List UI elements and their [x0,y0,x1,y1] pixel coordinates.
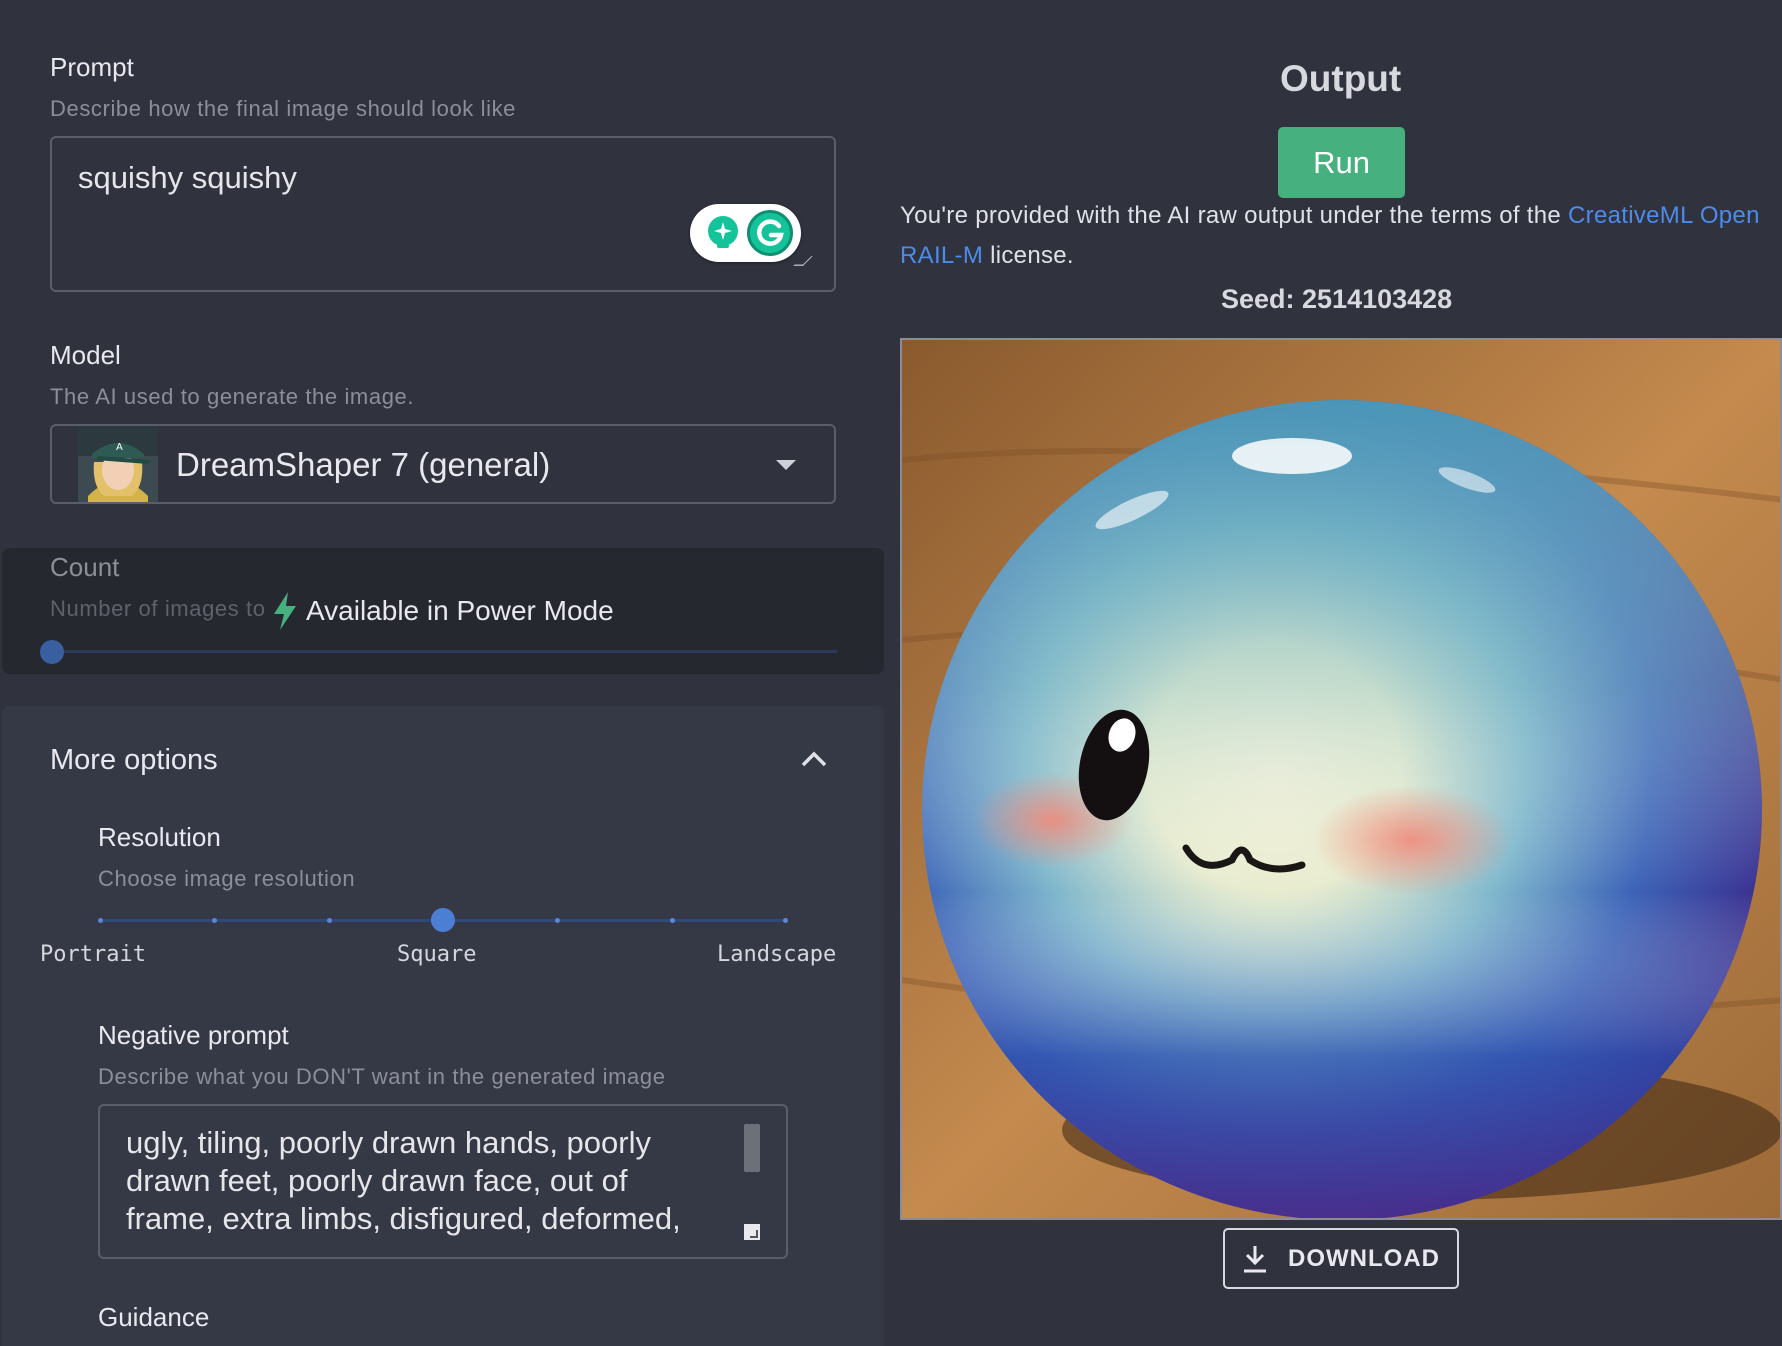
run-button[interactable]: Run [1278,127,1405,198]
resize-handle-icon[interactable] [744,1224,760,1240]
license-text: You're provided with the AI raw output u… [900,196,1760,276]
scrollbar-thumb[interactable] [744,1124,760,1172]
svg-text:A: A [116,442,123,453]
prompt-label: Prompt [50,52,134,82]
negative-prompt-text: ugly, tiling, poorly drawn hands, poorly… [126,1125,681,1236]
download-icon [1244,1245,1266,1272]
resolution-tick [670,918,675,923]
model-label: Model [50,340,121,370]
download-button[interactable]: DOWNLOAD [1223,1228,1459,1289]
grammarly-widget[interactable] [690,204,801,262]
grammarly-icon[interactable] [747,210,793,256]
negative-prompt-description: Describe what you DON'T want in the gene… [98,1064,666,1089]
output-title: Output [1280,58,1402,99]
resolution-tick [98,918,103,923]
resize-handle-icon[interactable] [793,256,813,266]
lightbulb-icon[interactable] [704,214,742,252]
model-selected-value: DreamShaper 7 (general) [176,446,551,483]
resolution-description: Choose image resolution [98,866,356,891]
resolution-tick [212,918,217,923]
resolution-landscape-label: Landscape [717,942,837,967]
model-avatar: A [78,426,158,502]
count-panel: Count Number of images to generate Avail… [2,548,884,674]
model-description: The AI used to generate the image. [50,384,415,409]
chevron-up-icon[interactable] [800,750,828,768]
license-suffix: license. [983,242,1074,269]
seed-text: Seed: 2514103428 [1221,284,1453,314]
download-label: DOWNLOAD [1288,1244,1440,1272]
license-prefix: You're provided with the AI raw output u… [900,202,1569,229]
resolution-tick [327,918,332,923]
resolution-label: Resolution [98,822,221,852]
resolution-slider-thumb[interactable] [431,908,455,932]
prompt-description: Describe how the final image should look… [50,96,517,121]
count-slider-thumb[interactable] [40,640,64,664]
more-options-title: More options [50,744,218,776]
chevron-down-icon [776,460,796,470]
negative-prompt-textarea[interactable]: ugly, tiling, poorly drawn hands, poorly… [98,1104,788,1259]
count-label: Count [50,552,120,582]
resolution-tick [783,918,788,923]
count-slider-track [52,650,838,653]
resolution-tick [555,918,560,923]
model-select[interactable]: A DreamShaper 7 (general) [50,424,836,504]
prompt-text: squishy squishy [78,160,297,195]
output-image [900,338,1782,1220]
resolution-square-label: Square [397,942,477,967]
lightning-icon [274,592,296,630]
negative-prompt-label: Negative prompt [98,1020,289,1050]
resolution-portrait-label: Portrait [40,942,146,967]
power-mode-overlay[interactable]: Available in Power Mode [270,592,614,630]
power-mode-message: Available in Power Mode [306,595,614,626]
